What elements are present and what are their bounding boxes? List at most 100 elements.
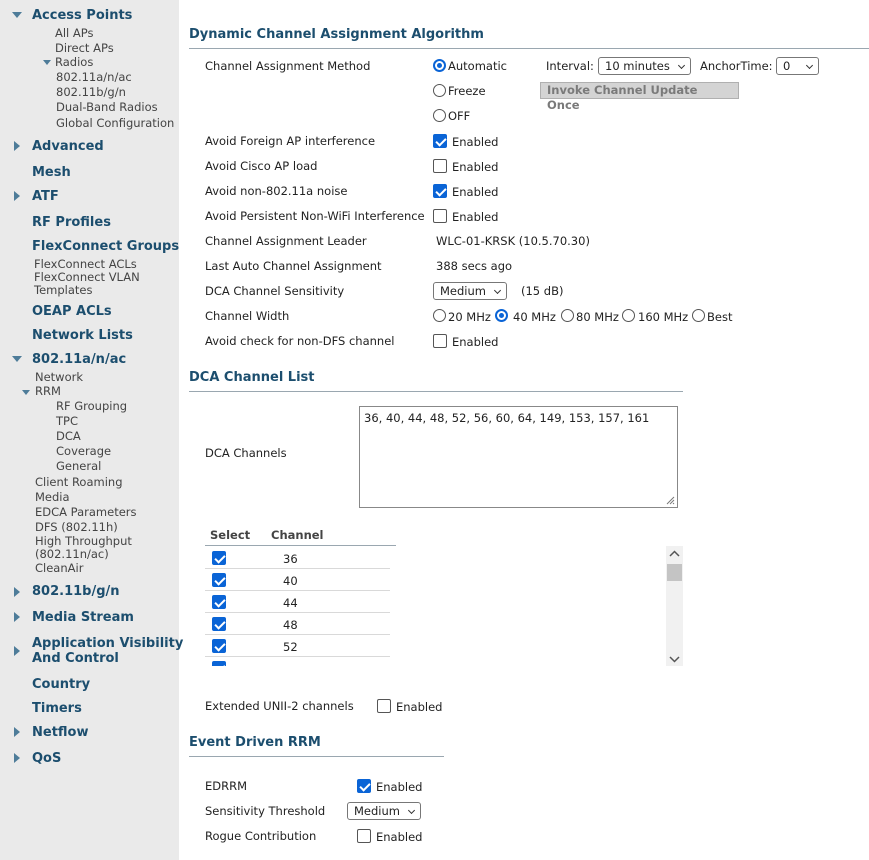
sidebar-item-network[interactable]: Network [35, 370, 83, 384]
sidebar-app-visibility[interactable]: Application Visibility [32, 636, 183, 651]
table-row [205, 656, 396, 666]
radio-automatic-label: Automatic [448, 59, 507, 73]
radio-width-20[interactable] [433, 309, 446, 322]
width-160-label: 160 MHz [638, 310, 689, 324]
sidebar-item-edca[interactable]: EDCA Parameters [35, 505, 137, 519]
sidebar-item-tpc[interactable]: TPC [56, 414, 78, 428]
sidebar-item-rrm[interactable]: RRM [35, 384, 61, 398]
sensitivity-select[interactable]: Medium [433, 282, 507, 300]
sidebar-flexconnect-groups[interactable]: FlexConnect Groups [32, 239, 179, 254]
section-divider [189, 48, 869, 49]
width-best-label: Best [707, 310, 733, 324]
collapsed-arrow-icon[interactable] [14, 612, 20, 622]
anchor-select[interactable]: 0 [776, 57, 819, 75]
collapsed-arrow-icon[interactable] [14, 587, 20, 597]
invoke-update-button[interactable]: Invoke Channel Update Once [540, 82, 739, 112]
radio-width-160[interactable] [622, 309, 635, 322]
expand-arrow-icon[interactable] [12, 12, 22, 18]
sidebar-item-flexconnect-vlan[interactable]: FlexConnect VLAN [34, 270, 140, 284]
channel-value: 40 [283, 574, 298, 588]
sidebar-dot11a[interactable]: 802.11a/n/ac [32, 352, 126, 367]
collapsed-arrow-icon[interactable] [14, 646, 20, 656]
sensitivity-db: (15 dB) [521, 284, 564, 298]
width-20-label: 20 MHz [448, 310, 491, 324]
enabled-label: Enabled [452, 210, 499, 224]
collapsed-arrow-icon[interactable] [14, 141, 20, 151]
scroll-down-icon[interactable] [669, 655, 680, 663]
sidebar-media-stream[interactable]: Media Stream [32, 610, 134, 625]
radio-width-40[interactable] [495, 309, 508, 322]
enabled-label: Enabled [452, 335, 499, 349]
extended-unii-checkbox[interactable] [377, 699, 391, 713]
dca-channels-textarea[interactable]: 36, 40, 44, 48, 52, 56, 60, 64, 149, 153… [359, 406, 678, 508]
sidebar-network-lists[interactable]: Network Lists [32, 328, 133, 343]
threshold-select[interactable]: Medium [347, 802, 421, 820]
rrm-arrow-icon[interactable] [22, 390, 30, 395]
scroll-thumb[interactable] [667, 564, 682, 581]
sidebar-item-radios[interactable]: Radios [55, 55, 93, 69]
sidebar-atf[interactable]: ATF [32, 189, 59, 204]
avoid-persistent-checkbox[interactable] [433, 209, 447, 223]
sidebar-item-global-config[interactable]: Global Configuration [56, 116, 174, 130]
avoid-cisco-checkbox[interactable] [433, 159, 447, 173]
sidebar-timers[interactable]: Timers [32, 701, 82, 716]
sidebar-access-points[interactable]: Access Points [32, 8, 132, 23]
sidebar-app-visibility-2[interactable]: And Control [32, 651, 119, 666]
sidebar-item-high-throughput[interactable]: High Throughput [35, 534, 132, 548]
sidebar-oeap-acls[interactable]: OEAP ACLs [32, 304, 112, 319]
sidebar-item-dca[interactable]: DCA [56, 429, 81, 443]
collapsed-arrow-icon[interactable] [14, 753, 20, 763]
sidebar-item-flexconnect-acls[interactable]: FlexConnect ACLs [34, 257, 137, 271]
table-row: 36 [205, 546, 396, 569]
sidebar-advanced[interactable]: Advanced [32, 139, 104, 154]
sidebar-rf-profiles[interactable]: RF Profiles [32, 215, 111, 230]
sidebar-item-client-roaming[interactable]: Client Roaming [35, 475, 123, 489]
sidebar-item-cleanair[interactable]: CleanAir [35, 561, 83, 575]
radio-automatic[interactable] [433, 59, 446, 72]
sidebar-item-media[interactable]: Media [35, 490, 70, 504]
last-auto-value: 388 secs ago [436, 259, 513, 273]
resize-grip-icon[interactable] [665, 495, 675, 505]
sidebar-dot11b[interactable]: 802.11b/g/n [32, 584, 120, 599]
sidebar-item-rf-grouping[interactable]: RF Grouping [56, 399, 127, 413]
collapsed-arrow-icon[interactable] [14, 727, 20, 737]
channel-checkbox[interactable] [212, 595, 226, 609]
sidebar-item-dual-band[interactable]: Dual-Band Radios [56, 100, 158, 114]
sidebar-qos[interactable]: QoS [32, 751, 61, 766]
channel-checkbox[interactable] [212, 661, 226, 666]
sidebar-item-ht-sub[interactable]: (802.11n/ac) [35, 547, 109, 561]
radios-arrow-icon[interactable] [43, 60, 51, 65]
sidebar-item-coverage[interactable]: Coverage [56, 444, 111, 458]
channel-value: 36 [283, 552, 298, 566]
sidebar-item-dfs[interactable]: DFS (802.11h) [35, 520, 118, 534]
sidebar-item-templates[interactable]: Templates [34, 283, 92, 297]
radio-width-best[interactable] [692, 309, 705, 322]
sidebar-item-radio-b[interactable]: 802.11b/g/n [56, 85, 126, 99]
expand-arrow-icon[interactable] [12, 356, 22, 362]
interval-select[interactable]: 10 minutes [598, 57, 691, 75]
collapsed-arrow-icon[interactable] [14, 191, 20, 201]
avoid-dfs-label: Avoid check for non-DFS channel [205, 334, 395, 348]
table-row: 48 [205, 612, 396, 635]
radio-width-80[interactable] [561, 309, 574, 322]
avoid-dfs-checkbox[interactable] [433, 334, 447, 348]
sidebar-country[interactable]: Country [32, 677, 90, 692]
sidebar-mesh[interactable]: Mesh [32, 165, 71, 180]
channel-checkbox[interactable] [212, 617, 226, 631]
radio-off[interactable] [433, 109, 446, 122]
sidebar-item-general[interactable]: General [56, 459, 101, 473]
avoid-foreign-checkbox[interactable] [433, 134, 447, 148]
rogue-checkbox[interactable] [357, 829, 371, 843]
avoid-noise-checkbox[interactable] [433, 184, 447, 198]
channel-checkbox[interactable] [212, 551, 226, 565]
edrrm-checkbox[interactable] [357, 779, 371, 793]
scroll-up-icon[interactable] [669, 550, 680, 558]
channel-checkbox[interactable] [212, 573, 226, 587]
sidebar-item-all-aps[interactable]: All APs [55, 26, 94, 40]
radio-freeze[interactable] [433, 84, 446, 97]
sidebar-item-radio-a[interactable]: 802.11a/n/ac [56, 70, 132, 84]
channel-checkbox[interactable] [212, 639, 226, 653]
sidebar-item-direct-aps[interactable]: Direct APs [55, 41, 114, 55]
sidebar-netflow[interactable]: Netflow [32, 725, 89, 740]
edrrm-section-title: Event Driven RRM [189, 735, 321, 750]
